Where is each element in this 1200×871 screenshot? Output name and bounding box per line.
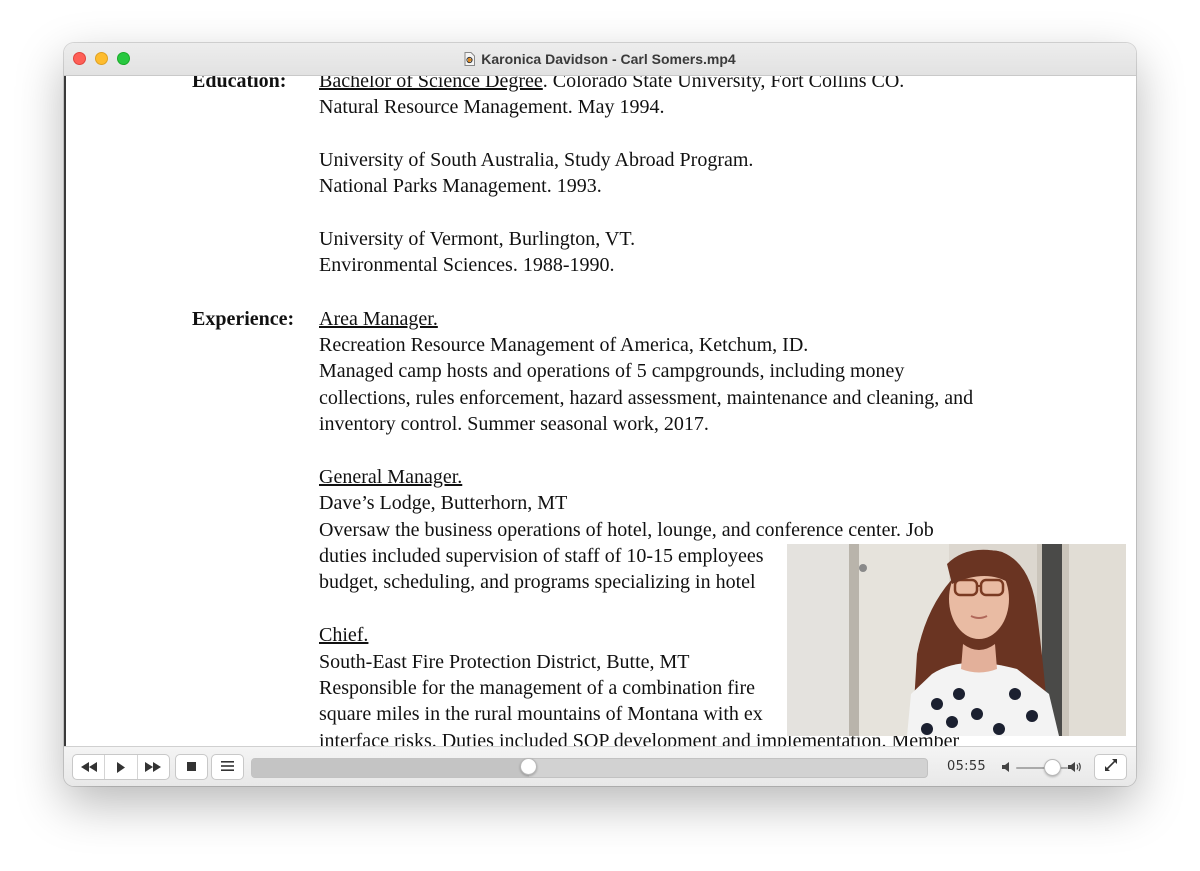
experience-label: Experience: (192, 308, 295, 330)
transport-buttons (72, 754, 170, 780)
stop-button[interactable] (175, 754, 208, 780)
doc-line: University of Vermont, Burlington, VT. (319, 228, 636, 250)
video-area[interactable]: Education: Experience: Bachelor of Scien… (64, 76, 1136, 746)
doc-line: Responsible for the management of a comb… (319, 677, 755, 699)
playlist-button[interactable] (211, 754, 244, 780)
video-file-icon (464, 52, 476, 66)
doc-line: Managed camp hosts and operations of 5 c… (319, 360, 905, 382)
close-window-button[interactable] (73, 52, 86, 65)
seek-handle[interactable] (520, 758, 538, 775)
volume-handle[interactable] (1043, 759, 1061, 776)
doc-line: square miles in the rural mountains of M… (319, 703, 763, 725)
doc-line: National Parks Management. 1993. (319, 175, 602, 197)
doc-line: collections, rules enforcement, hazard a… (319, 387, 974, 409)
fullscreen-button[interactable] (1094, 754, 1127, 780)
volume-low-icon[interactable] (1002, 760, 1012, 778)
play-button[interactable] (105, 755, 138, 779)
maximize-window-button[interactable] (117, 52, 130, 65)
doc-line: inventory control. Summer seasonal work,… (319, 413, 709, 435)
play-icon (116, 761, 126, 773)
control-bar: 05:55 (64, 746, 1136, 786)
window-title: Karonica Davidson - Carl Somers.mp4 (464, 51, 736, 67)
doc-line: Environmental Sciences. 1988-1990. (319, 254, 615, 276)
doc-line: Area Manager. (319, 308, 438, 330)
fast-forward-icon (145, 762, 162, 772)
education-label: Education: (192, 76, 287, 92)
stop-icon (187, 758, 196, 776)
doc-line: duties included supervision of staff of … (319, 545, 764, 567)
doc-line: Natural Resource Management. May 1994. (319, 96, 665, 118)
volume-high-icon[interactable] (1068, 760, 1082, 778)
doc-line: South-East Fire Protection District, But… (319, 651, 690, 673)
doc-line: Oversaw the business operations of hotel… (319, 519, 934, 541)
doc-line: Bachelor of Science Degree. Colorado Sta… (319, 76, 905, 92)
elapsed-time: 05:55 (947, 759, 986, 774)
doc-line: University of South Australia, Study Abr… (319, 149, 754, 171)
doc-line: Recreation Resource Management of Americ… (319, 334, 809, 356)
seek-progress (252, 759, 529, 777)
video-edge (64, 76, 66, 746)
playlist-icon (221, 758, 234, 776)
doc-line: Chief. (319, 624, 369, 646)
doc-line: General Manager. (319, 466, 463, 488)
webcam-overlay (787, 544, 1126, 736)
rewind-button[interactable] (73, 755, 106, 779)
seek-bar[interactable] (251, 758, 928, 778)
window-title-text: Karonica Davidson - Carl Somers.mp4 (481, 51, 736, 67)
player-window: Karonica Davidson - Carl Somers.mp4 Educ… (64, 43, 1136, 786)
title-bar[interactable]: Karonica Davidson - Carl Somers.mp4 (64, 43, 1136, 76)
rewind-icon (80, 762, 97, 772)
fast-forward-button[interactable] (138, 755, 169, 779)
doc-line: budget, scheduling, and programs special… (319, 571, 756, 593)
window-controls (73, 52, 130, 65)
minimize-window-button[interactable] (95, 52, 108, 65)
doc-line: Dave’s Lodge, Butterhorn, MT (319, 492, 568, 514)
fullscreen-icon (1104, 758, 1117, 776)
